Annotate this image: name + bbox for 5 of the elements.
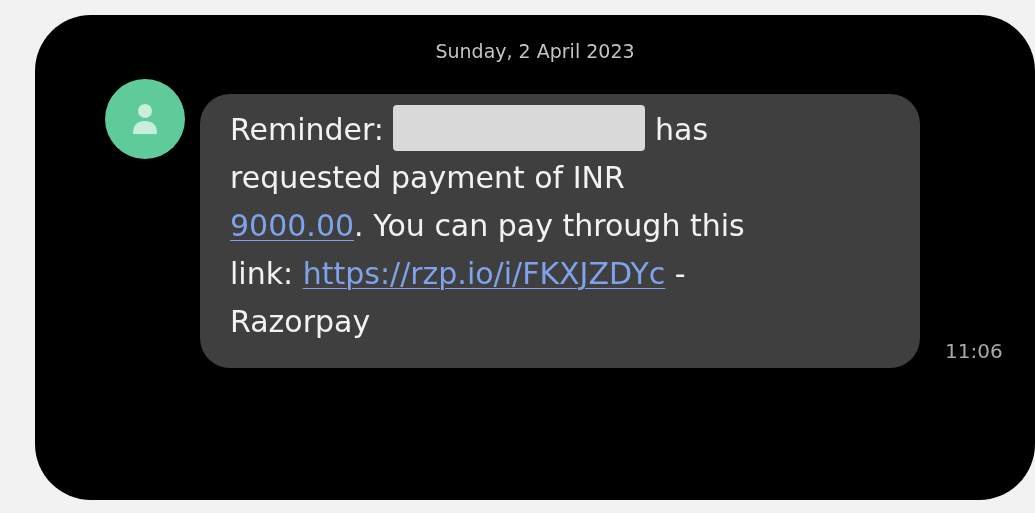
message-link[interactable]: https://rzp.io/i/FKXJZDYc [302,255,666,291]
date-header: Sunday, 2 April 2023 [435,39,635,64]
message-text: Reminder: has requested payment of INR 9000.00. You can pay through this link: https://rzp.io/i/FKXJZDYc - Razorpay [230,105,900,346]
message-link[interactable]: 9000.00 [230,207,355,243]
message-time: 11:06 [945,338,1003,363]
